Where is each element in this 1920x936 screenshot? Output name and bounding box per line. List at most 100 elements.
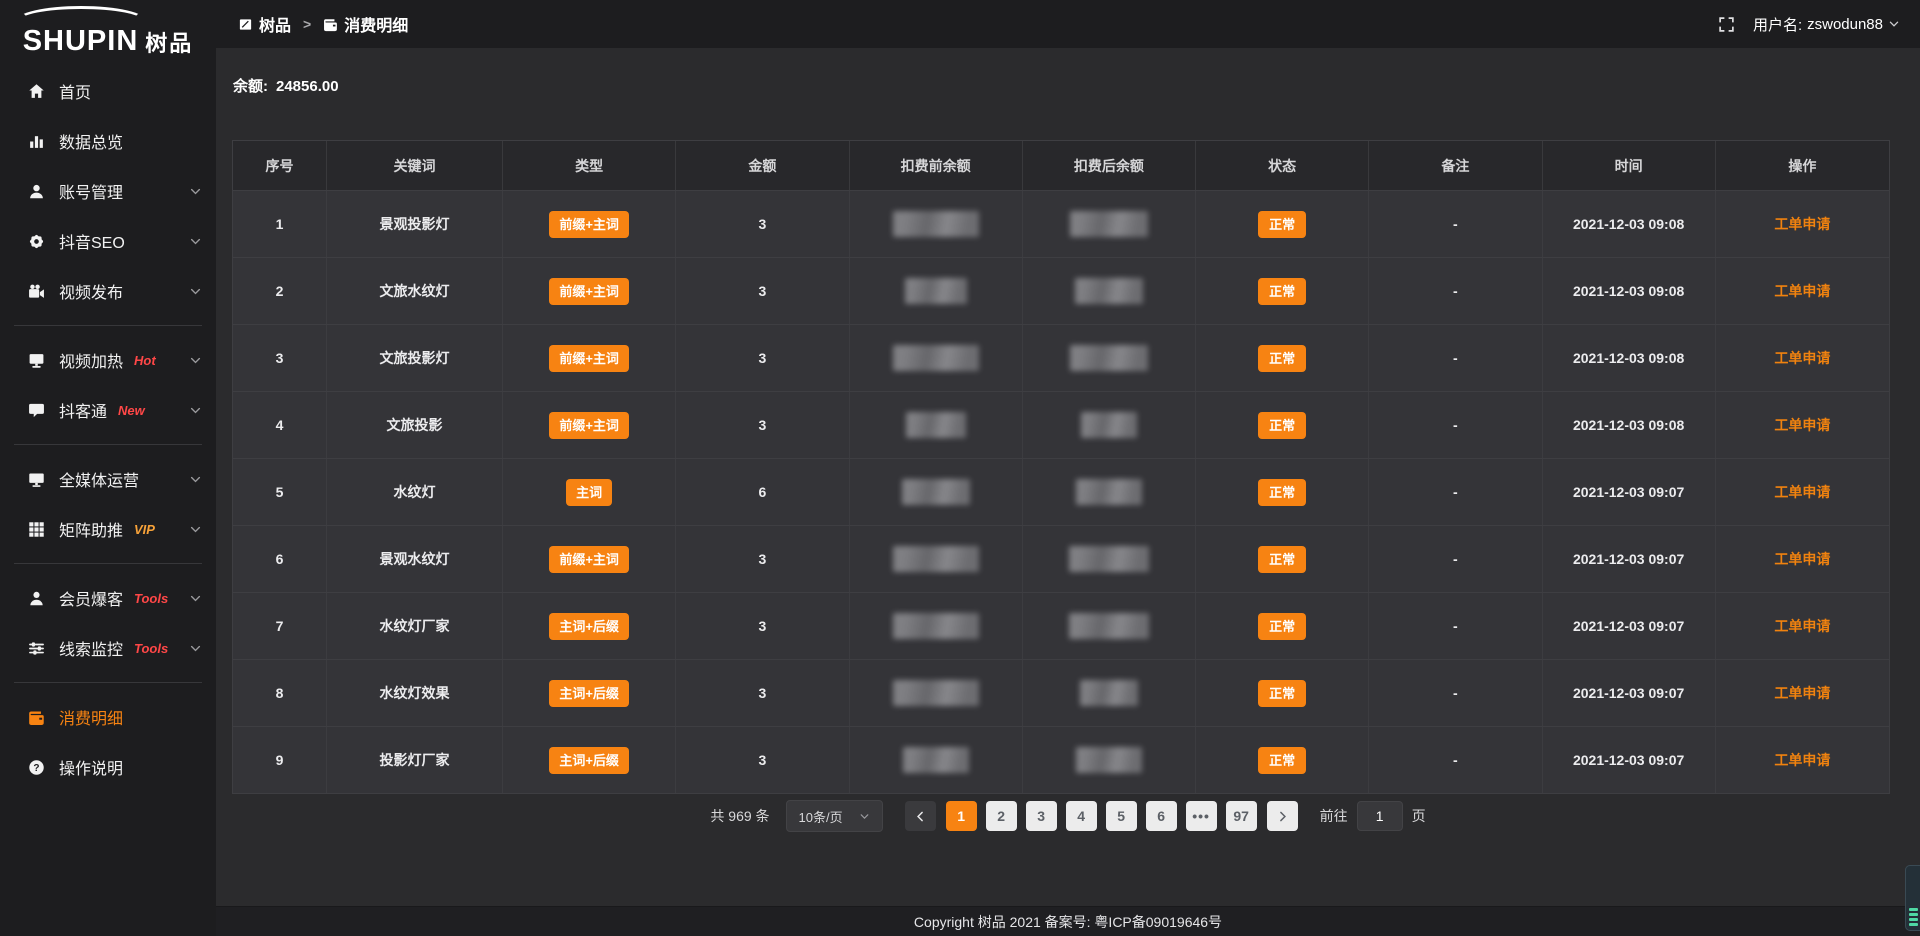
cell-action: 工单申请 [1716, 392, 1889, 458]
cell-post-balance [1023, 526, 1196, 592]
work-order-link[interactable]: 工单申请 [1774, 281, 1830, 301]
work-order-link[interactable]: 工单申请 [1774, 214, 1830, 234]
work-order-link[interactable]: 工单申请 [1774, 549, 1830, 569]
cell-pre-balance [850, 727, 1023, 793]
work-order-link[interactable]: 工单申请 [1774, 482, 1830, 502]
sidebar-item-home[interactable]: 首页 [0, 66, 216, 116]
sidebar-item-label: 全媒体运营 [59, 467, 139, 491]
sidebar-item-video-publish[interactable]: 视频发布 [0, 266, 216, 316]
grid-icon [28, 521, 45, 538]
work-order-link[interactable]: 工单申请 [1774, 683, 1830, 703]
cell-index: 2 [233, 258, 327, 324]
cell-time: 2021-12-03 09:08 [1543, 325, 1716, 391]
column-header-1: 序号 [233, 141, 327, 190]
sidebar-item-label: 数据总览 [59, 129, 123, 153]
table-row: 5水纹灯主词6正常-2021-12-03 09:07工单申请 [233, 459, 1889, 526]
cell-index: 4 [233, 392, 327, 458]
column-header-8: 备注 [1369, 141, 1542, 190]
video-camera-icon [28, 283, 45, 300]
page-button-1[interactable]: 1 [946, 801, 977, 831]
sidebar-item-data-overview[interactable]: 数据总览 [0, 116, 216, 166]
sidebar-item-account-management[interactable]: 账号管理 [0, 166, 216, 216]
bar-chart-icon [28, 133, 45, 150]
logo-text-cn: 树品 [145, 32, 193, 56]
next-page-button[interactable] [1267, 801, 1298, 831]
sidebar-item-clue-monitor[interactable]: 线索监控Tools [0, 623, 216, 673]
user-menu[interactable]: 用户名: zswodun88 [1753, 14, 1900, 35]
sidebar-item-media-operation[interactable]: 全媒体运营 [0, 454, 216, 504]
type-badge: 前缀+主词 [549, 546, 629, 573]
cell-pre-balance [850, 392, 1023, 458]
cell-pre-balance [850, 325, 1023, 391]
sidebar-item-label: 抖音SEO [59, 229, 125, 253]
cell-post-balance [1023, 727, 1196, 793]
cell-remark: - [1369, 258, 1542, 324]
table-row: 6景观水纹灯前缀+主词3正常-2021-12-03 09:07工单申请 [233, 526, 1889, 593]
chevron-down-icon [189, 404, 202, 417]
page-button-4[interactable]: 4 [1066, 801, 1097, 831]
status-badge: 正常 [1258, 546, 1306, 573]
work-order-link[interactable]: 工单申请 [1774, 415, 1830, 435]
goto-label: 前往 [1320, 806, 1348, 826]
prev-page-button[interactable] [905, 801, 936, 831]
page-button-2[interactable]: 2 [986, 801, 1017, 831]
pagination: 共 969 条 10条/页 123456•••97 前往 页 [216, 800, 1920, 832]
cell-index: 7 [233, 593, 327, 659]
status-badge: 正常 [1258, 479, 1306, 506]
column-header-4: 金额 [676, 141, 849, 190]
cell-action: 工单申请 [1716, 660, 1889, 726]
browser-widget [1905, 865, 1920, 931]
masked-balance [1069, 613, 1149, 639]
goto-page-input[interactable] [1357, 801, 1403, 831]
cell-index: 1 [233, 191, 327, 257]
cell-action: 工单申请 [1716, 191, 1889, 257]
masked-balance [1070, 211, 1148, 237]
work-order-link[interactable]: 工单申请 [1774, 616, 1830, 636]
sidebar-item-instructions[interactable]: ?操作说明 [0, 742, 216, 792]
breadcrumb-item-current[interactable]: 消费明细 [323, 12, 408, 36]
fullscreen-button[interactable] [1718, 16, 1735, 33]
chevron-down-icon [189, 473, 202, 486]
user-icon [28, 183, 45, 200]
cell-time: 2021-12-03 09:07 [1543, 660, 1716, 726]
status-badge: 正常 [1258, 278, 1306, 305]
type-badge: 主词 [566, 479, 612, 506]
table-row: 3文旅投影灯前缀+主词3正常-2021-12-03 09:08工单申请 [233, 325, 1889, 392]
cell-status: 正常 [1196, 258, 1369, 324]
table-row: 7水纹灯厂家主词+后缀3正常-2021-12-03 09:07工单申请 [233, 593, 1889, 660]
main-content: 余额:24856.00 序号关键词类型金额扣费前余额扣费后余额状态备注时间操作 … [216, 48, 1920, 936]
cell-keyword: 景观投影灯 [327, 191, 503, 257]
sidebar-item-matrix-boost[interactable]: 矩阵助推VIP [0, 504, 216, 554]
sidebar-item-member-baoke[interactable]: 会员爆客Tools [0, 573, 216, 623]
monitor-icon [28, 471, 45, 488]
sidebar-item-label: 视频发布 [59, 279, 123, 303]
svg-text:?: ? [33, 763, 39, 774]
sidebar-item-video-heat[interactable]: 视频加热Hot [0, 335, 216, 385]
page-button-3[interactable]: 3 [1026, 801, 1057, 831]
column-header-6: 扣费后余额 [1023, 141, 1196, 190]
sidebar-item-tag: Tools [134, 641, 168, 656]
work-order-link[interactable]: 工单申请 [1774, 348, 1830, 368]
chat-icon [28, 402, 45, 419]
cell-amount: 3 [676, 727, 849, 793]
sidebar-item-douketong[interactable]: 抖客通New [0, 385, 216, 435]
cell-post-balance [1023, 459, 1196, 525]
sidebar-item-consumption-detail[interactable]: 消费明细 [0, 692, 216, 742]
page-button-5[interactable]: 5 [1106, 801, 1137, 831]
page-button-6[interactable]: 6 [1146, 801, 1177, 831]
page-size-select[interactable]: 10条/页 [786, 800, 883, 832]
page-button-more[interactable]: ••• [1186, 801, 1217, 831]
masked-balance [903, 747, 969, 773]
cell-type: 主词+后缀 [503, 727, 676, 793]
page-button-97[interactable]: 97 [1226, 801, 1257, 831]
balance-value: 24856.00 [276, 78, 339, 95]
cell-post-balance [1023, 325, 1196, 391]
status-badge: 正常 [1258, 211, 1306, 238]
masked-balance [893, 546, 979, 572]
breadcrumb-item-home[interactable]: 树品 [238, 12, 291, 36]
cell-keyword: 文旅投影 [327, 392, 503, 458]
sidebar-item-douyin-seo[interactable]: 抖音SEO [0, 216, 216, 266]
sidebar-divider [14, 563, 202, 564]
work-order-link[interactable]: 工单申请 [1774, 750, 1830, 770]
masked-balance [1076, 747, 1142, 773]
